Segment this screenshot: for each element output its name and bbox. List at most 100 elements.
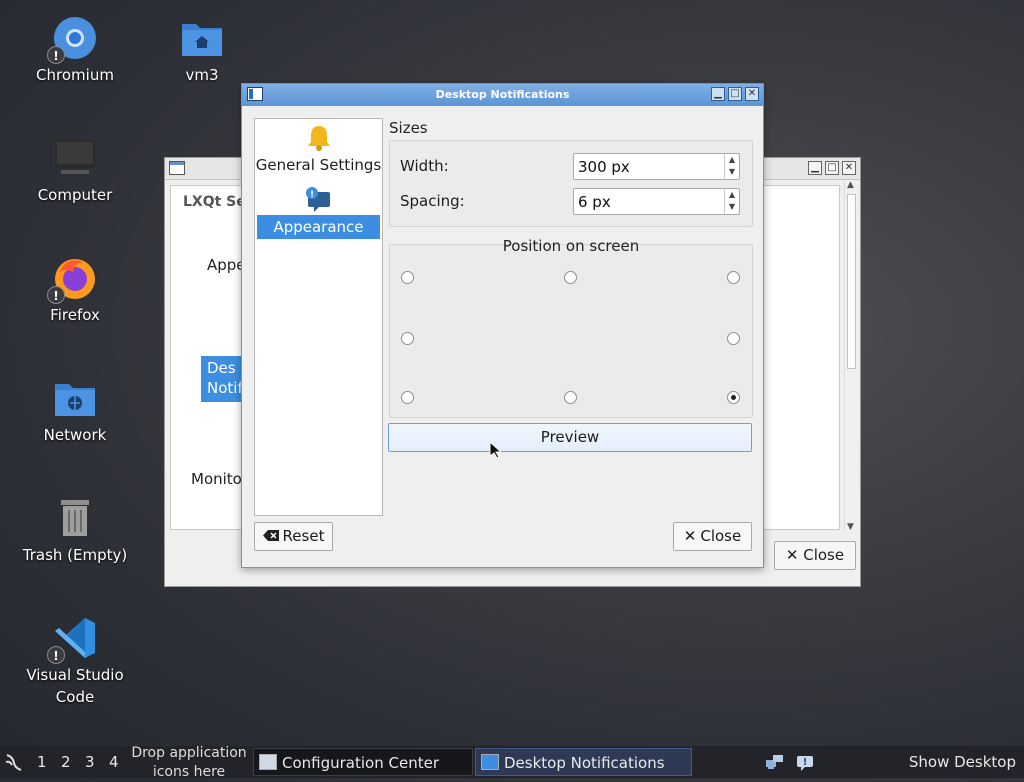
svg-text:!: ! (803, 757, 808, 768)
svg-text:!: ! (309, 190, 313, 200)
chromium-icon: ! (47, 14, 99, 64)
desktop-icon-label: Chromium (36, 66, 114, 84)
lxqt-logo-icon (5, 754, 22, 771)
task-label: Configuration Center (282, 754, 439, 772)
bell-icon (304, 123, 334, 153)
reset-button[interactable]: Reset (254, 522, 333, 551)
desktop-icon-network[interactable]: Network (15, 374, 135, 446)
dialog-title: Desktop Notifications (435, 88, 570, 101)
desktop-icon-label: Network (43, 426, 107, 444)
minimize-button[interactable]: ▁ (808, 161, 822, 175)
radio-bottom-center[interactable] (564, 391, 577, 404)
workspace-1[interactable]: 1 (37, 753, 47, 771)
sizes-group-title: Sizes (389, 119, 428, 137)
bg-close-label: Close (803, 546, 845, 564)
scroll-down-icon[interactable]: ▼ (847, 522, 854, 532)
radio-center-left[interactable] (401, 332, 414, 345)
radio-top-center[interactable] (564, 271, 577, 284)
trash-icon (51, 494, 99, 542)
spin-up-icon[interactable]: ▲ (725, 154, 739, 166)
workspace-3[interactable]: 3 (85, 753, 95, 771)
settings-item-appearance[interactable]: Appe (207, 256, 246, 274)
bg-close-button[interactable]: ✕ Close (774, 541, 856, 570)
scrollbar-thumb[interactable] (847, 194, 856, 369)
spin-up-icon[interactable]: ▲ (725, 189, 739, 201)
radio-center-right[interactable] (727, 332, 740, 345)
preview-button[interactable]: Preview (388, 423, 752, 452)
settings-item-monitor[interactable]: Monito (191, 470, 242, 488)
workspace-2[interactable]: 2 (61, 753, 71, 771)
desktop-icon-chromium[interactable]: ! Chromium (15, 14, 135, 86)
scroll-up-icon[interactable]: ▲ (847, 180, 854, 190)
radio-bottom-right[interactable] (727, 391, 740, 404)
task-desktop-notifications[interactable]: Desktop Notifications (475, 748, 692, 776)
width-input[interactable] (574, 154, 724, 179)
start-menu-button[interactable] (4, 752, 24, 772)
dialog-titlebar[interactable]: Desktop Notifications ▁ □ ✕ (242, 84, 763, 106)
show-desktop-button[interactable]: Show Desktop (909, 753, 1016, 771)
warning-badge-icon: ! (47, 286, 65, 304)
close-x-icon: ✕ (683, 527, 697, 545)
nav-item-general-settings[interactable]: General Settings (255, 123, 382, 177)
reset-label: Reset (282, 527, 325, 545)
computer-icon (51, 134, 99, 182)
spacing-label: Spacing: (400, 192, 465, 210)
home-folder-icon (178, 14, 226, 62)
close-window-button[interactable]: ✕ (842, 161, 856, 175)
radio-top-left[interactable] (401, 271, 414, 284)
task-label: Desktop Notifications (504, 754, 665, 772)
nav-item-appearance[interactable]: ! Appearance (255, 185, 382, 239)
network-tray-icon[interactable] (765, 752, 785, 772)
notification-tray-icon[interactable]: ! (795, 752, 815, 772)
width-spinbox[interactable]: ▲ ▼ (573, 153, 740, 180)
radio-top-right[interactable] (727, 271, 740, 284)
desktop-icon-vscode[interactable]: ! Visual Studio Code (15, 614, 135, 708)
close-button[interactable]: ✕ Close (673, 522, 752, 551)
vscode-icon: ! (47, 614, 99, 664)
task-configuration-center[interactable]: Configuration Center (253, 748, 473, 776)
window-app-icon (169, 161, 185, 175)
desktop-icon-trash[interactable]: Trash (Empty) (15, 494, 135, 566)
workspace-4[interactable]: 4 (109, 753, 119, 771)
position-group-title: Position on screen (502, 237, 640, 255)
quicklaunch-drop-hint: Drop application icons here (131, 745, 247, 780)
desktop-icon-label: Trash (Empty) (22, 546, 128, 564)
firefox-icon: ! (47, 254, 99, 304)
warning-badge-icon: ! (47, 46, 65, 64)
close-label: Close (700, 527, 742, 545)
close-x-icon: ✕ (785, 546, 799, 564)
mouse-cursor-icon (489, 441, 501, 459)
maximize-button[interactable]: □ (825, 161, 839, 175)
spacing-spinbox[interactable]: ▲ ▼ (573, 188, 740, 215)
notification-app-icon (481, 754, 499, 770)
position-group: Position on screen (389, 237, 753, 418)
width-stepper[interactable]: ▲ ▼ (724, 154, 739, 179)
maximize-button[interactable]: □ (728, 87, 742, 101)
minimize-button[interactable]: ▁ (711, 87, 725, 101)
desktop-icon-label: Firefox (50, 306, 100, 324)
taskbar: 1 2 3 4 Drop application icons here Conf… (0, 745, 1024, 780)
desktop-notifications-dialog[interactable]: Desktop Notifications ▁ □ ✕ General Sett… (241, 83, 764, 568)
close-window-button[interactable]: ✕ (745, 87, 759, 101)
vertical-scrollbar[interactable]: ▲ ▼ (844, 180, 858, 532)
settings-nav-list: General Settings ! Appearance (254, 118, 383, 516)
width-label: Width: (400, 157, 449, 175)
warning-badge-icon: ! (47, 646, 65, 664)
desktop-icon-label: Visual Studio Code (26, 666, 124, 706)
desktop-icon-computer[interactable]: Computer (15, 134, 135, 206)
desktop-icon-vm3[interactable]: vm3 (142, 14, 262, 86)
spin-down-icon[interactable]: ▼ (725, 201, 739, 213)
network-folder-icon (51, 374, 99, 422)
desktop-icon-label: Computer (37, 186, 113, 204)
nav-label: General Settings (255, 156, 382, 174)
window-app-icon (259, 754, 277, 770)
backspace-icon (262, 523, 279, 550)
spin-down-icon[interactable]: ▼ (725, 166, 739, 178)
notification-bubble-icon: ! (304, 185, 334, 215)
spacing-input[interactable] (574, 189, 724, 214)
radio-bottom-left[interactable] (401, 391, 414, 404)
sizes-group: Width: ▲ ▼ Spacing: ▲ ▼ (389, 140, 753, 227)
nav-label: Appearance (257, 215, 380, 239)
desktop-icon-firefox[interactable]: ! Firefox (15, 254, 135, 326)
spacing-stepper[interactable]: ▲ ▼ (724, 189, 739, 214)
